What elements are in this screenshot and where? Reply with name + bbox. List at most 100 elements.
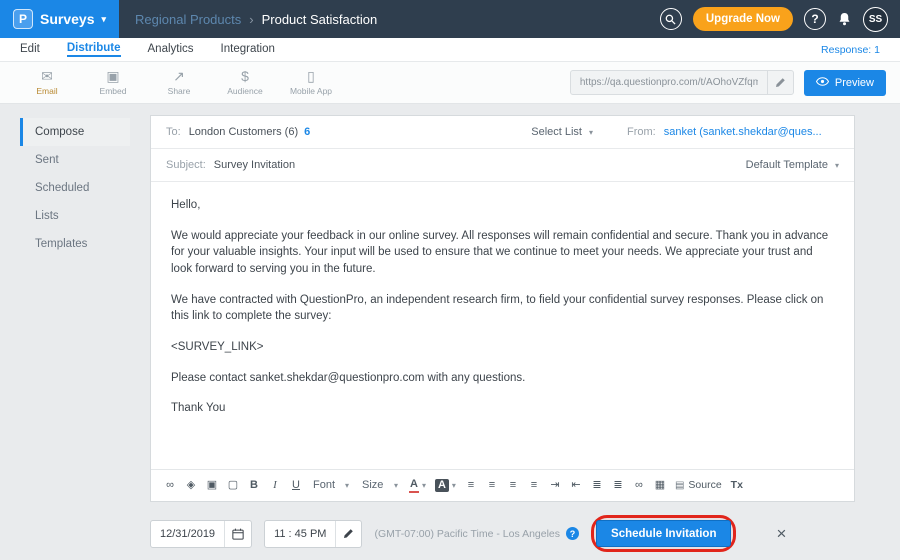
tab-integration[interactable]: Integration [221,43,275,56]
sidebar-item-lists[interactable]: Lists [20,202,130,230]
edit-url-pencil-icon[interactable] [767,71,793,94]
sidebar-item-compose[interactable]: Compose [20,118,130,146]
response-count: Response: 1 [821,44,880,56]
tool-prefix-icon: ▤ [675,480,684,491]
font-dropdown[interactable]: Font ▾ [308,478,354,493]
attach-link-icon[interactable]: ∞ [161,478,179,493]
source-button[interactable]: ▤ Source [672,478,725,493]
size-dropdown[interactable]: Size ▾ [357,478,403,493]
select-list-dropdown[interactable]: Select List ▾ [531,126,593,138]
help-icon[interactable]: ? [804,8,826,30]
email-body-editor[interactable]: Hello, We would appreciate your feedback… [151,182,854,469]
schedule-time-picker[interactable]: 11 : 45 PM [264,520,362,548]
distribution-toolbar: ✉ Email ▣ Embed ↗ Share $ Audience ▯ Mob… [0,62,900,104]
channel-icon: ↗ [173,69,185,84]
channel-label: Mobile App [290,86,332,96]
sidebar-item-scheduled[interactable]: Scheduled [20,174,130,202]
channel-embed[interactable]: ▣ Embed [80,69,146,96]
text-color-dropdown[interactable]: A ▾ [406,477,429,495]
channel-icon: ✉ [41,69,53,84]
align-center-button[interactable]: ≡ [483,478,501,493]
questionpro-logo: P [13,9,33,29]
notifications-bell-icon[interactable] [837,11,852,27]
ordered-list-button[interactable]: ≣ [588,478,606,493]
unordered-list-button[interactable]: ≣ [609,478,627,493]
sidebar: Compose Sent Scheduled Lists Templates [20,115,130,258]
tool-label: ≡ [468,480,474,491]
tool-label: ∞ [166,480,174,491]
indent-decrease-button[interactable]: ⇤ [567,478,585,493]
channel-email[interactable]: ✉ Email [14,69,80,96]
insert-template-icon[interactable]: ▣ [203,478,221,493]
timezone-text: (GMT-07:00) Pacific Time - Los Angeles ? [374,527,579,540]
channel-audience[interactable]: $ Audience [212,69,278,96]
breadcrumb-separator: › [249,12,253,27]
email-compose-card: To: London Customers (6) 6 Select List ▾… [150,115,855,502]
subject-input[interactable]: Survey Invitation [214,159,295,171]
chevron-down-icon: ▾ [422,481,426,490]
channel-label: Audience [227,86,262,96]
italic-button[interactable]: I [266,478,284,493]
tool-label: A [409,479,419,493]
breadcrumb: Regional Products › Product Satisfaction [135,12,377,27]
sidebar-item-sent[interactable]: Sent [20,146,130,174]
tool-label: Size [362,480,383,491]
subject-label: Subject: [166,159,206,171]
underline-button[interactable]: U [287,478,305,493]
template-dropdown[interactable]: Default Template ▾ [746,159,839,171]
from-value: sanket (sanket.shekdar@ques... [664,126,822,138]
tool-label: Source [688,480,721,491]
channel-icon: ▣ [106,69,119,84]
to-label: To: [166,126,181,138]
channel-icon: $ [241,69,249,84]
preview-label: Preview [835,77,874,89]
edit-time-pencil-icon[interactable] [335,521,361,547]
schedule-date-picker[interactable]: 12/31/2019 [150,520,252,548]
tool-label: ▦ [655,480,665,491]
annotation-highlight-ring: Schedule Invitation [591,515,736,552]
channel-label: Email [36,86,57,96]
from-label: From: [627,126,656,138]
chevron-down-icon: ▾ [101,14,106,25]
hyperlink-button[interactable]: ∞ [630,478,648,493]
align-right-button[interactable]: ≡ [504,478,522,493]
tool-label: ▢ [228,480,238,491]
align-justify-button[interactable]: ≡ [525,478,543,493]
timezone-help-icon[interactable]: ? [566,527,579,540]
tool-label: ≣ [613,480,622,491]
schedule-invitation-button[interactable]: Schedule Invitation [596,520,731,547]
indent-increase-button[interactable]: ⇥ [546,478,564,493]
upgrade-now-button[interactable]: Upgrade Now [693,7,793,31]
schedule-bar: 12/31/2019 11 : 45 PM (GMT-07:00) Pacifi… [150,515,855,552]
tab-edit[interactable]: Edit [20,43,40,56]
user-avatar[interactable]: SS [863,7,888,32]
from-dropdown[interactable]: From: sanket (sanket.shekdar@ques... [627,126,839,138]
timezone-value: (GMT-07:00) Pacific Time - Los Angeles [374,528,560,540]
align-left-button[interactable]: ≡ [462,478,480,493]
recipient-count-badge[interactable]: 6 [304,126,310,138]
close-icon[interactable]: × [776,525,786,542]
recipient-list-value[interactable]: London Customers (6) [189,126,298,138]
tool-label: A [435,479,449,492]
channel-mobile-app[interactable]: ▯ Mobile App [278,69,344,96]
tab-distribute[interactable]: Distribute [67,42,121,57]
tool-label: ⇤ [571,480,580,491]
insert-image-button[interactable]: ▦ [651,478,669,493]
tag-icon[interactable]: ◈ [182,478,200,493]
remove-format-button[interactable]: Tx [728,478,746,493]
insert-card-icon[interactable]: ▢ [224,478,242,493]
chevron-down-icon: ▾ [345,481,349,490]
survey-url-input[interactable] [571,77,767,88]
chevron-down-icon: ▾ [452,481,456,490]
preview-button[interactable]: Preview [804,70,886,96]
bold-button[interactable]: B [245,478,263,493]
sidebar-item-templates[interactable]: Templates [20,230,130,258]
search-icon[interactable] [660,8,682,30]
breadcrumb-parent[interactable]: Regional Products [135,12,241,27]
channel-share[interactable]: ↗ Share [146,69,212,96]
highlight-color-dropdown[interactable]: A ▾ [432,477,459,494]
surveys-menu[interactable]: P Surveys ▾ [0,0,119,38]
tab-analytics[interactable]: Analytics [148,43,194,56]
channel-label: Share [168,86,191,96]
tool-label: ⇥ [550,480,559,491]
